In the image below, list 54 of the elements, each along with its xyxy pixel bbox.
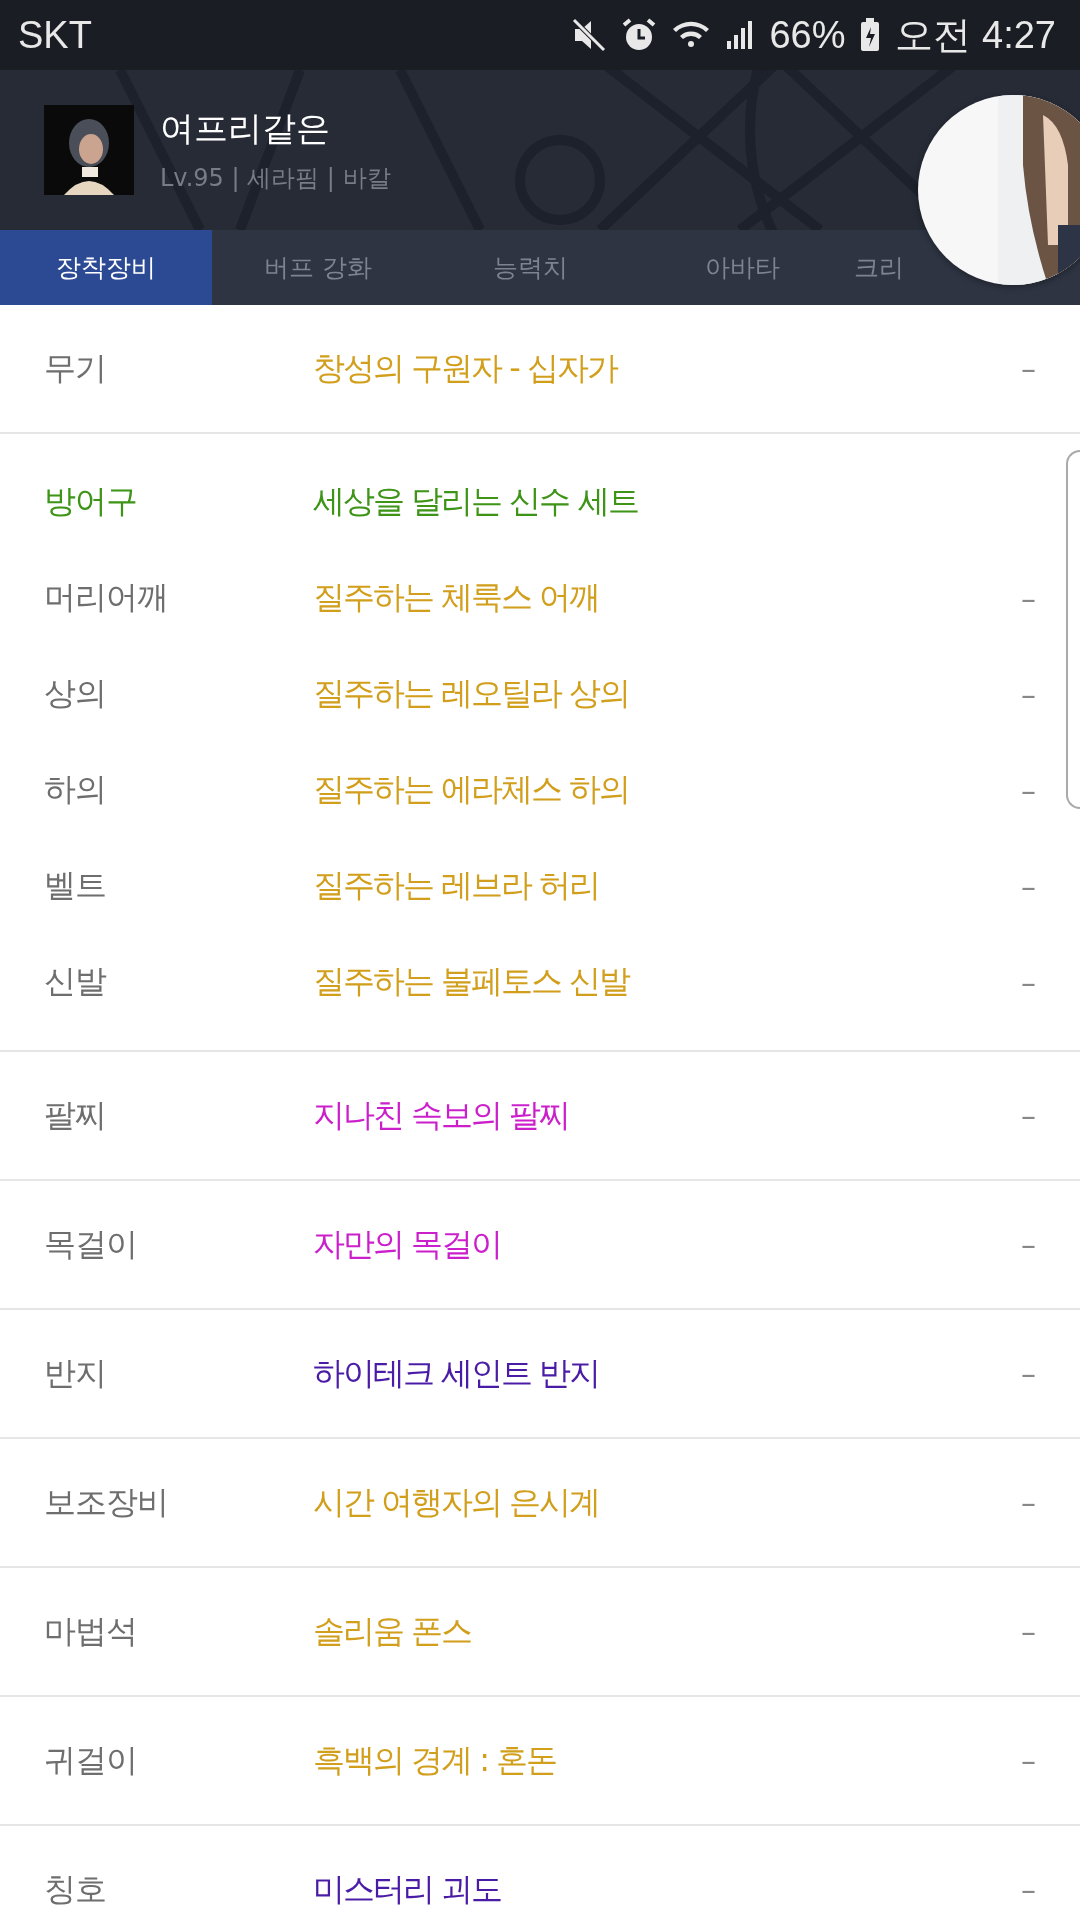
character-info: Lv.95 | 세라핌 | 바칼 xyxy=(160,163,391,194)
tab[interactable]: 아바타 xyxy=(636,230,848,305)
item-name[interactable]: 질주하는 레오틸라 상의 xyxy=(313,672,630,716)
item-name[interactable]: 질주하는 레브라 허리 xyxy=(313,864,600,908)
slot-label: 팔찌 xyxy=(44,1094,107,1136)
item-name[interactable]: 지나친 속보의 팔찌 xyxy=(313,1093,570,1138)
slot-label: 머리어깨 xyxy=(44,577,169,618)
item-name[interactable]: 창성의 구원자 - 십자가 xyxy=(313,346,618,391)
tab[interactable]: 장착장비 xyxy=(0,230,212,305)
mute-icon xyxy=(571,17,608,53)
slot-label: 귀걸이 xyxy=(44,1739,138,1781)
item-value: – xyxy=(1021,351,1036,386)
item-name[interactable]: 흑백의 경계 : 혼돈 xyxy=(313,1738,557,1783)
item-value: – xyxy=(1021,1098,1036,1133)
alarm-icon xyxy=(621,17,658,53)
slot-label: 보조장비 xyxy=(44,1481,169,1523)
item-value: – xyxy=(1021,1743,1036,1778)
clock-time: 오전 4:27 xyxy=(895,12,1056,58)
item-name[interactable]: 질주하는 체룩스 어깨 xyxy=(313,576,600,620)
item-value: – xyxy=(1021,772,1036,808)
slot-label: 상의 xyxy=(44,673,107,714)
item-value: – xyxy=(1021,580,1036,616)
slot-label: 방어구 xyxy=(44,481,138,522)
slot-label: 목걸이 xyxy=(44,1223,138,1265)
item-value: – xyxy=(1021,964,1036,1000)
slot-label: 마법석 xyxy=(44,1610,138,1652)
item-name[interactable]: 솔리움 폰스 xyxy=(313,1609,472,1654)
item-value: – xyxy=(1021,1614,1036,1649)
item-name[interactable]: 질주하는 에라체스 하의 xyxy=(313,768,630,812)
item-name[interactable]: 자만의 목걸이 xyxy=(313,1222,502,1267)
item-value: – xyxy=(1021,1227,1036,1262)
slot-label: 칭호 xyxy=(44,1868,107,1910)
item-value: – xyxy=(1021,1485,1036,1520)
slot-label: 반지 xyxy=(44,1352,107,1394)
item-value: – xyxy=(1021,676,1036,712)
tab[interactable]: 버프 강화 xyxy=(212,230,424,305)
tab[interactable]: 능력치 xyxy=(424,230,636,305)
item-name[interactable]: 질주하는 불페토스 신발 xyxy=(313,960,630,1004)
character-name: 여프리같은 xyxy=(160,107,331,150)
item-name[interactable]: 시간 여행자의 은시계 xyxy=(313,1480,600,1525)
item-value: – xyxy=(1021,868,1036,904)
slot-label: 무기 xyxy=(44,347,107,389)
item-name[interactable]: 하이테크 세인트 반지 xyxy=(313,1351,600,1396)
carrier-name: SKT xyxy=(18,13,92,57)
tab[interactable]: 크리 xyxy=(848,230,910,305)
battery-percent: 66% xyxy=(769,13,846,57)
slot-label: 벨트 xyxy=(44,865,107,906)
item-value: – xyxy=(1021,1872,1036,1907)
battery-charging-icon xyxy=(859,17,882,53)
item-value: – xyxy=(1021,1356,1036,1391)
slot-label: 신발 xyxy=(44,961,108,1002)
item-name[interactable]: 미스터리 괴도 xyxy=(313,1867,502,1912)
set-name[interactable]: 세상을 달리는 신수 세트 xyxy=(313,480,638,524)
slot-label: 하의 xyxy=(44,769,107,810)
